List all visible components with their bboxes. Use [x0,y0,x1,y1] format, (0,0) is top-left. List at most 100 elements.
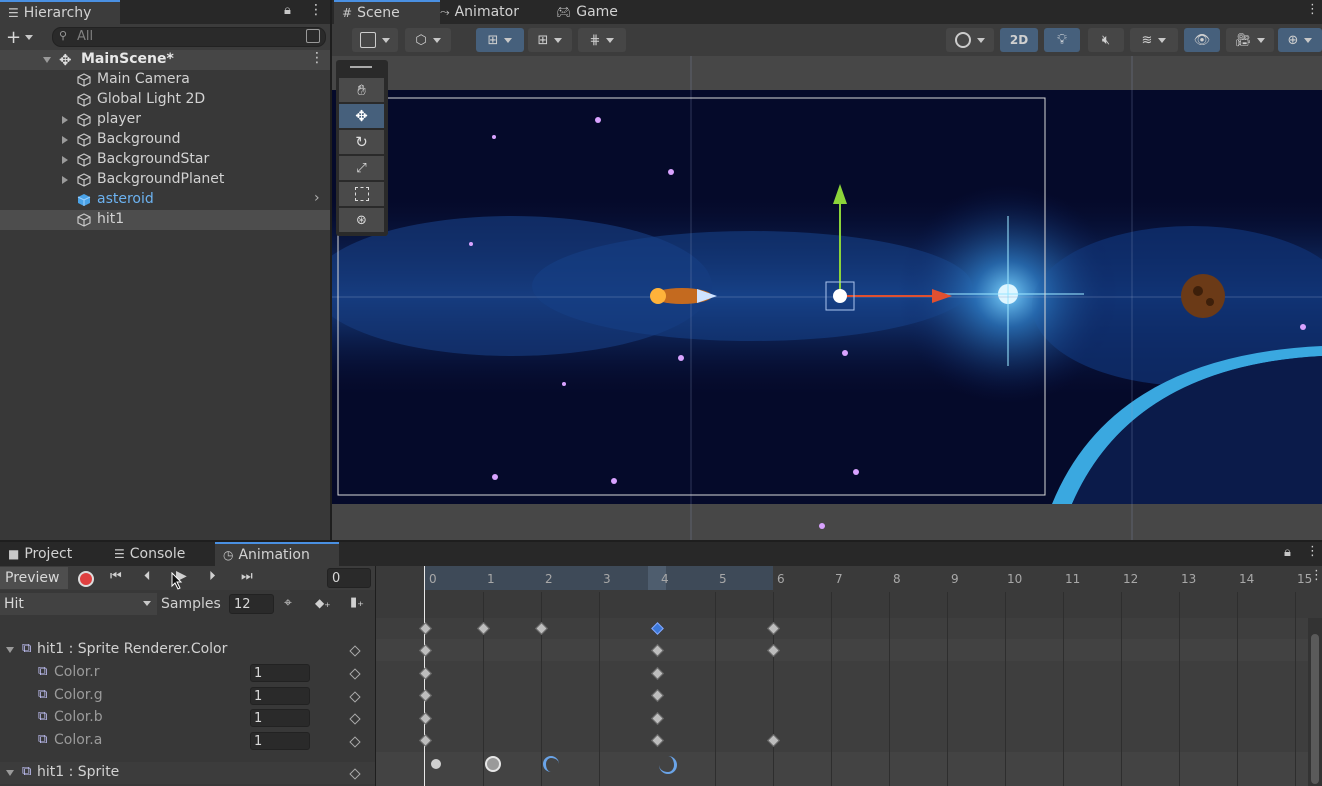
move-arrows-icon: ✥ [355,107,368,125]
tab-scene-label: Scene [357,5,400,21]
keyframe-toggle-icon[interactable] [349,645,361,657]
lighting-toggle-button[interactable]: 💡︎ [1044,28,1080,52]
search-by-type-icon[interactable] [306,29,320,43]
expand-toggle-icon[interactable] [6,647,14,653]
keyframe-toggle-icon[interactable] [349,668,361,680]
hierarchy-search-input[interactable]: ⚲ All [52,27,326,47]
timeline-gridline [715,592,716,786]
expand-toggle-icon[interactable] [6,770,14,776]
timeline-tick-label: 1 [487,572,495,586]
first-keyframe-icon[interactable]: ⏮︎ [110,569,122,584]
scene-viewport[interactable]: ✋︎ ✥ ↻ ⤢ ⊛ [332,56,1322,540]
property-group-sprite[interactable]: ⧉ hit1 : Sprite [0,762,375,784]
hierarchy-item-asteroid[interactable]: asteroid › [0,190,330,210]
sprite-keyframe-thumbnail[interactable] [543,756,559,772]
last-keyframe-icon[interactable]: ⏭︎ [241,569,253,584]
grid-snap-button[interactable]: ⊞ [476,28,524,52]
rect-tool-button[interactable] [339,182,384,206]
draw-mode-button[interactable] [352,28,398,52]
hierarchy-item-player[interactable]: player [0,110,330,130]
camera-settings-button[interactable]: 🎥︎ [1226,28,1274,52]
gizmos-button[interactable]: ⊕ [1278,28,1322,52]
preview-toggle-button[interactable]: Preview [0,567,68,589]
sprite-keyframe-thumbnail[interactable] [431,759,441,769]
hierarchy-item-background[interactable]: Background [0,130,330,150]
gameobject-icon [77,113,91,127]
property-value-input[interactable]: 1 [250,709,310,727]
rotate-tool-button[interactable]: ↻ [339,130,384,154]
expand-arrow-icon[interactable] [62,176,68,184]
tab-animation[interactable]: ◷ Animation [215,542,339,566]
property-color-g[interactable]: ⧉ Color.g 1 [0,685,375,707]
record-button[interactable] [76,569,96,589]
shading-mode-button[interactable] [946,28,994,52]
hierarchy-item-global-light[interactable]: Global Light 2D [0,90,330,110]
timeline-tick-label: 5 [719,572,727,586]
property-color-r[interactable]: ⧉ Color.r 1 [0,662,375,684]
effects-toggle-button[interactable]: ≋ [1130,28,1178,52]
hand-tool-button[interactable]: ✋︎ [339,78,384,102]
add-keyframe-icon[interactable]: ◆₊ [315,596,331,610]
gameobject-icon [77,93,91,107]
timeline-scrollbar-thumb[interactable] [1311,634,1319,784]
sprite-keyframe-thumbnail[interactable] [659,756,677,774]
kebab-menu-icon[interactable]: ⋮ [309,2,323,18]
hidden-objects-toggle-button[interactable]: 👁︎ [1184,28,1220,52]
scene-menu-kebab-icon[interactable]: ⋮ [1306,2,1319,17]
keyframe-toggle-icon[interactable] [349,713,361,725]
tab-animation-label: Animation [238,547,310,563]
audio-toggle-button[interactable]: 🔇︎ [1088,28,1124,52]
property-color-a[interactable]: ⧉ Color.a 1 [0,730,375,752]
sprite-keyframe-thumbnail[interactable] [485,756,501,772]
create-button[interactable]: + [6,26,42,48]
render-mode-button[interactable]: ⬡ [405,28,451,52]
tab-game[interactable]: 🎮︎ Game [548,0,626,24]
property-label: hit1 : Sprite [37,764,120,780]
expand-arrow-icon[interactable] [62,116,68,124]
keyframe-toggle-icon[interactable] [349,691,361,703]
hierarchy-item-hit1[interactable]: hit1 [0,210,330,230]
tab-scene[interactable]: # Scene [334,0,440,24]
scene-menu-icon[interactable]: ⋮ [310,50,324,66]
tab-hierarchy[interactable]: ☰ Hierarchy [0,0,120,24]
lock-icon[interactable]: 🔒︎ [1284,545,1291,560]
frame-input[interactable]: 0 [327,568,371,588]
property-color-b[interactable]: ⧉ Color.b 1 [0,707,375,729]
hierarchy-item-background-planet[interactable]: BackgroundPlanet [0,170,330,190]
chevron-right-icon[interactable]: › [314,190,320,206]
move-tool-button[interactable]: ✥ [339,104,384,128]
transform-tool-button[interactable]: ⊛ [339,208,384,232]
timeline-tick-label: 6 [777,572,785,586]
add-event-icon[interactable]: ▮₊ [350,595,364,610]
property-value-input[interactable]: 1 [250,664,310,682]
plus-icon: + [6,26,22,48]
kebab-menu-icon[interactable]: ⋮ [1306,544,1319,559]
keyframe-toggle-icon[interactable] [349,768,361,780]
expand-arrow-icon[interactable] [62,136,68,144]
filter-by-selection-icon[interactable]: ⌖ [284,595,292,611]
tool-palette-handle[interactable] [350,66,372,68]
hierarchy-item-background-star[interactable]: BackgroundStar [0,150,330,170]
expand-arrow-icon[interactable] [62,156,68,164]
samples-input[interactable]: 12 [229,594,274,614]
scale-tool-button[interactable]: ⤢ [339,156,384,180]
gameobject-icon [77,213,91,227]
property-group-color[interactable]: ⧉ hit1 : Sprite Renderer.Color [0,639,375,661]
keyframe-toggle-icon[interactable] [349,736,361,748]
tab-project[interactable]: ■ Project [0,542,80,566]
property-value-input[interactable]: 1 [250,687,310,705]
property-value-input[interactable]: 1 [250,732,310,750]
grid-visibility-button[interactable]: ⋕ [578,28,626,52]
tab-animator[interactable]: ⤳ Animator [432,0,527,24]
increment-snap-button[interactable]: ⊞ [528,28,572,52]
tab-console[interactable]: ☰ Console [106,542,193,566]
event-row[interactable] [376,590,1322,618]
toggle-2d-button[interactable]: 2D [1000,28,1038,52]
clip-dropdown[interactable]: Hit [0,593,157,615]
lock-icon[interactable]: 🔒︎ [284,3,291,18]
previous-keyframe-icon[interactable]: ⏴︎ [144,569,151,584]
expand-toggle-icon[interactable] [43,57,51,63]
next-keyframe-icon[interactable]: ⏵︎ [209,569,216,584]
scene-row[interactable]: ✥ MainScene* ⋮ [0,50,330,70]
hierarchy-item-main-camera[interactable]: Main Camera [0,70,330,90]
